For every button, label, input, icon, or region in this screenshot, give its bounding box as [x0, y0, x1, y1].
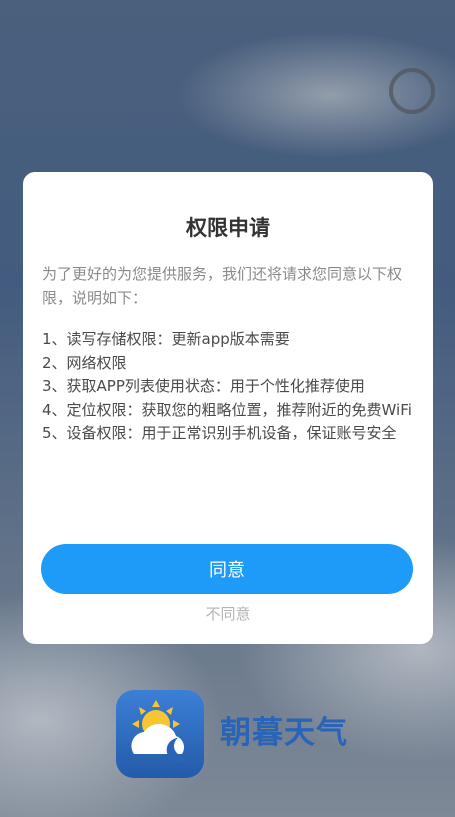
permission-dialog: 权限申请 为了更好的为您提供服务，我们还将请求您同意以下权限，说明如下： 1、读… — [23, 172, 433, 644]
permission-item-network: 2、网络权限 — [42, 353, 127, 372]
permission-item-app-list: 3、获取APP列表使用状态：用于个性化推荐使用 — [42, 377, 365, 395]
permission-list: 1、读写存储权限：更新app版本需要 2、网络权限 3、获取APP列表使用状态：… — [42, 328, 419, 446]
dialog-title: 权限申请 — [186, 216, 270, 240]
loading-ring-icon — [389, 68, 435, 114]
disagree-button[interactable]: 不同意 — [23, 603, 433, 624]
permission-item-storage: 1、读写存储权限：更新app版本需要 — [42, 330, 290, 348]
dialog-intro: 为了更好的为您提供服务，我们还将请求您同意以下权限，说明如下： — [42, 265, 403, 307]
permission-item-device: 5、设备权限：用于正常识别手机设备，保证账号安全 — [42, 424, 397, 442]
permission-item-location: 4、定位权限：获取您的粗略位置，推荐附近的免费WiFi — [42, 400, 412, 419]
app-name: 朝暮天气 — [220, 715, 348, 751]
agree-button[interactable]: 同意 — [41, 544, 413, 594]
app-logo-icon — [116, 690, 204, 778]
